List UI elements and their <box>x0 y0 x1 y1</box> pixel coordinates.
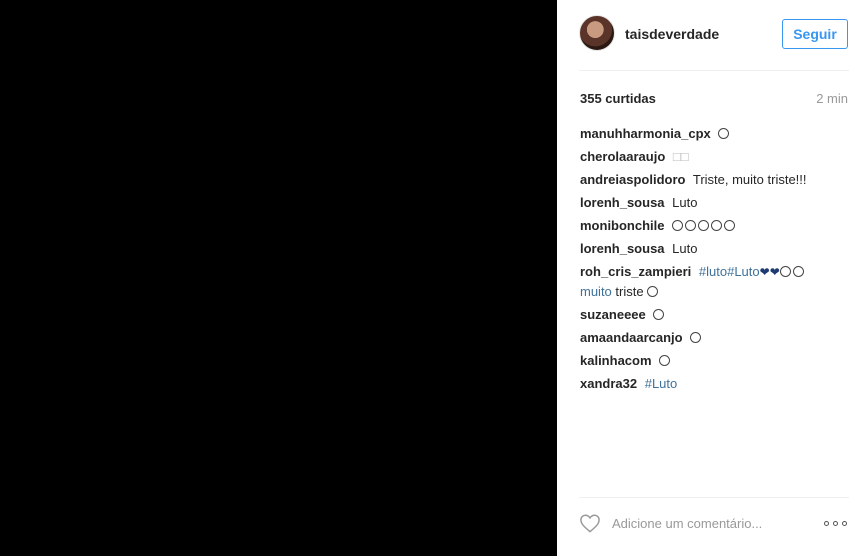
comment-text: Luto <box>672 241 698 256</box>
divider <box>579 497 849 498</box>
comment-item: manuhharmonia_cpx <box>580 124 850 143</box>
comment-footer <box>579 508 849 544</box>
comment-username[interactable]: manuhharmonia_cpx <box>580 126 711 141</box>
comment-input[interactable] <box>612 513 817 533</box>
comment-item: xandra32 #Luto <box>580 374 850 393</box>
sad-face-icon <box>792 266 804 277</box>
comment-username[interactable]: xandra32 <box>580 376 637 391</box>
comment-item: cherolaaraujo □□ <box>580 147 850 166</box>
comment-item: andreiaspolidoro Triste, muito triste!!! <box>580 170 850 189</box>
comment-item: amaandaarcanjo <box>580 328 850 347</box>
comment-list: manuhharmonia_cpx cherolaaraujo □□ andre… <box>580 124 850 397</box>
comment-text: Luto <box>672 195 698 210</box>
comment-username[interactable]: amaandaarcanjo <box>580 330 683 345</box>
more-options-icon[interactable] <box>824 516 850 530</box>
sad-face-icon <box>718 128 730 139</box>
comment-item: roh_cris_zampieri #luto#Luto❤❤ muito tri… <box>580 262 850 301</box>
broken-heart-icon: ❤❤ <box>759 265 780 279</box>
comment-text: □□ <box>672 149 689 164</box>
avatar[interactable] <box>579 15 615 51</box>
comment-item: kalinhacom <box>580 351 850 370</box>
sad-faces-icon <box>672 218 737 233</box>
sad-face-icon <box>659 355 671 366</box>
sad-face-icon <box>779 266 791 277</box>
post-details-panel: taisdeverdade Seguir 355 curtidas 2 min … <box>557 0 855 556</box>
comment-item: lorenh_sousa Luto <box>580 193 850 212</box>
comment-text: muito <box>580 284 612 299</box>
comment-item: monibonchile <box>580 216 850 235</box>
post-header: taisdeverdade Seguir <box>579 15 849 55</box>
heart-outline-icon[interactable] <box>579 513 601 533</box>
comment-username[interactable]: andreiaspolidoro <box>580 172 685 187</box>
hashtag-link[interactable]: #Luto <box>645 376 678 391</box>
likes-count[interactable]: 355 curtidas <box>580 91 656 106</box>
comment-username[interactable]: cherolaaraujo <box>580 149 665 164</box>
hashtag-link[interactable]: #luto#Luto <box>699 264 760 279</box>
divider <box>579 70 849 71</box>
comment-text: triste <box>615 284 644 299</box>
username[interactable]: taisdeverdade <box>625 26 719 42</box>
post-image[interactable] <box>0 0 557 556</box>
comment-username[interactable]: kalinhacom <box>580 353 652 368</box>
timestamp[interactable]: 2 min <box>816 91 848 106</box>
comment-username[interactable]: lorenh_sousa <box>580 195 665 210</box>
sad-face-icon <box>653 309 665 320</box>
sad-face-icon <box>647 286 659 297</box>
comment-username[interactable]: suzaneeee <box>580 307 646 322</box>
comment-item: suzaneeee <box>580 305 850 324</box>
comment-text: Triste, muito triste!!! <box>692 172 807 187</box>
comment-username[interactable]: roh_cris_zampieri <box>580 264 691 279</box>
follow-button[interactable]: Seguir <box>782 19 848 49</box>
comment-username[interactable]: monibonchile <box>580 218 665 233</box>
sad-face-icon <box>690 332 702 343</box>
comment-username[interactable]: lorenh_sousa <box>580 241 665 256</box>
comment-item: lorenh_sousa Luto <box>580 239 850 258</box>
